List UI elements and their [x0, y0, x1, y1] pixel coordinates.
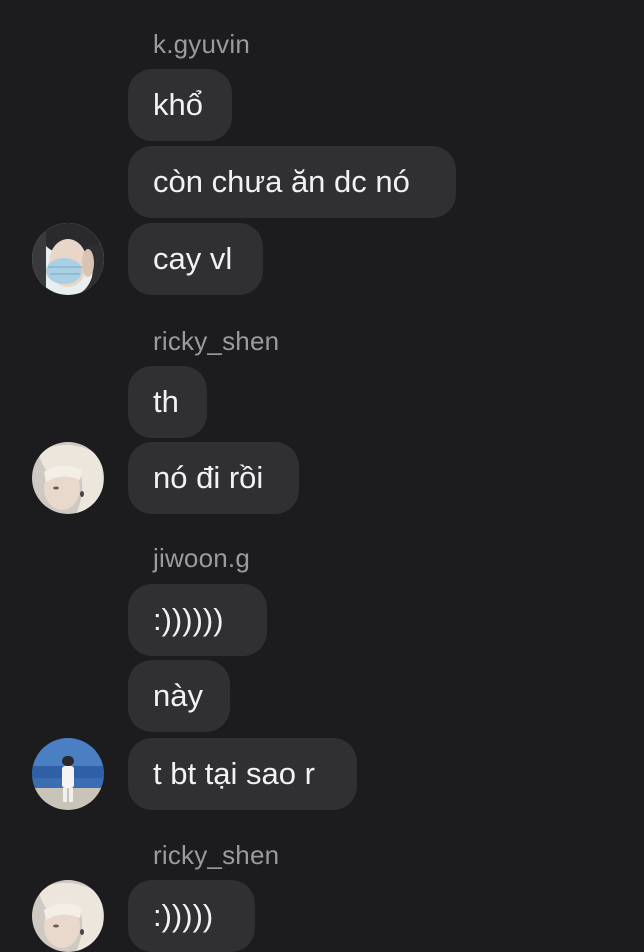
beach-person-avatar-icon[interactable] — [32, 738, 104, 810]
message-bubble[interactable]: cay vl — [128, 223, 263, 295]
blond-person-avatar-icon[interactable] — [32, 880, 104, 952]
message-bubble[interactable]: t bt tại sao r — [128, 738, 357, 810]
message-bubble[interactable]: còn chưa ăn dc nó — [128, 146, 456, 218]
message-bubble[interactable]: khổ — [128, 69, 232, 141]
sender-name[interactable]: jiwoon.g — [153, 543, 250, 573]
sender-name[interactable]: ricky_shen — [153, 326, 279, 356]
sender-name[interactable]: k.gyuvin — [153, 29, 250, 59]
message-bubble[interactable]: :))))) — [128, 880, 255, 952]
masked-person-avatar-icon[interactable] — [32, 223, 104, 295]
blond-person-avatar-icon[interactable] — [32, 442, 104, 514]
message-bubble[interactable]: th — [128, 366, 207, 438]
sender-name[interactable]: ricky_shen — [153, 840, 279, 870]
message-bubble[interactable]: nó đi rồi — [128, 442, 299, 514]
message-bubble[interactable]: :)))))) — [128, 584, 267, 656]
chat-thread: k.gyuvin khổ còn chưa ăn dc nó cay vl ri… — [0, 0, 644, 952]
message-bubble[interactable]: này — [128, 660, 230, 732]
